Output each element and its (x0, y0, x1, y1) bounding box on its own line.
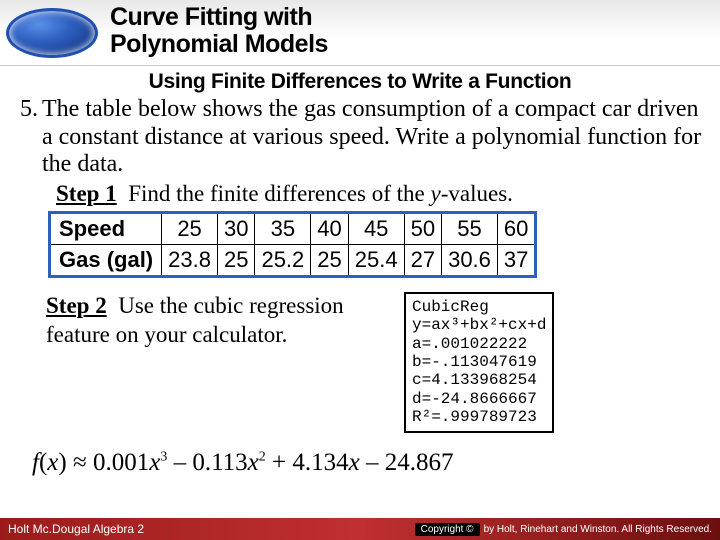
header-title: Curve Fitting with Polynomial Models (110, 4, 328, 58)
step-2-row: Step 2 Use the cubic regression feature … (46, 292, 712, 433)
cell: 50 (404, 212, 441, 244)
table-row: Speed 25 30 35 40 45 50 55 60 (50, 212, 536, 244)
polynomial-function: f(x) ≈ 0.001x3 – 0.113x2 + 4.134x – 24.8… (32, 449, 712, 477)
cell: 25.4 (348, 244, 404, 276)
footer-bar: Holt Mc.Dougal Algebra 2 Copyright © by H… (0, 518, 720, 540)
problem-number: 5. (8, 96, 42, 123)
step-1: Step 1 Find the finite differences of th… (56, 181, 712, 207)
cell: 25.2 (255, 244, 311, 276)
copyright-badge: Copyright © (415, 523, 480, 536)
calc-line: R²=.999789723 (412, 408, 537, 426)
calc-line: d=-24.8666667 (412, 390, 537, 408)
calc-line: y=ax³+bx²+cx+d (412, 316, 546, 334)
footer-right-text: by Holt, Rinehart and Winston. All Right… (484, 524, 712, 535)
footer-right: Copyright © by Holt, Rinehart and Winston… (415, 523, 712, 536)
step2-label: Step 2 (46, 293, 107, 318)
step1-label: Step 1 (56, 181, 117, 206)
cell: 40 (311, 212, 348, 244)
cell: 60 (497, 212, 535, 244)
func-expr: 0.001x3 – 0.113x2 + 4.134x – 24.867 (93, 449, 454, 476)
content-area: Using Finite Differences to Write a Func… (0, 66, 720, 477)
calc-line: b=-.113047619 (412, 353, 537, 371)
cell: 25 (217, 244, 254, 276)
subtitle: Using Finite Differences to Write a Func… (8, 70, 712, 94)
row-gas-head: Gas (gal) (50, 244, 162, 276)
approx-sign: ≈ (67, 449, 93, 476)
header-title-line1: Curve Fitting with (110, 3, 312, 31)
data-table: Speed 25 30 35 40 45 50 55 60 Gas (gal) … (48, 211, 537, 278)
problem-row: 5. The table below shows the gas consump… (8, 96, 712, 179)
step-2: Step 2 Use the cubic regression feature … (46, 292, 376, 350)
cell: 25 (162, 212, 218, 244)
cell: 30.6 (442, 244, 498, 276)
problem-text: The table below shows the gas consumptio… (42, 96, 712, 179)
cell: 37 (497, 244, 535, 276)
footer-left: Holt Mc.Dougal Algebra 2 (8, 522, 144, 536)
cell: 55 (442, 212, 498, 244)
calc-line: c=4.133968254 (412, 371, 537, 389)
header-oval-icon (6, 8, 98, 58)
calc-line: CubicReg (412, 298, 489, 316)
cell: 23.8 (162, 244, 218, 276)
row-speed-head: Speed (50, 212, 162, 244)
slide-header: Curve Fitting with Polynomial Models (0, 0, 720, 66)
cell: 35 (255, 212, 311, 244)
func-lhs: f(x) (32, 449, 67, 476)
calculator-output: CubicReg y=ax³+bx²+cx+d a=.001022222 b=-… (404, 292, 554, 433)
table-row: Gas (gal) 23.8 25 25.2 25 25.4 27 30.6 3… (50, 244, 536, 276)
step1-text: Find the finite differences of the y-val… (122, 181, 512, 206)
cell: 30 (217, 212, 254, 244)
cell: 27 (404, 244, 441, 276)
calc-line: a=.001022222 (412, 335, 527, 353)
cell: 25 (311, 244, 348, 276)
cell: 45 (348, 212, 404, 244)
header-title-line2: Polynomial Models (110, 30, 328, 58)
